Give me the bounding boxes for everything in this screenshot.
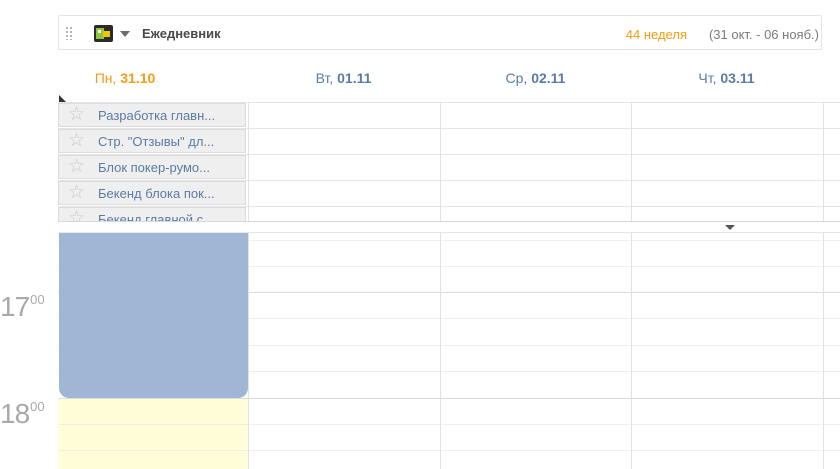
app-title: Ежедневник xyxy=(142,26,221,41)
column-divider xyxy=(823,233,824,469)
column-divider xyxy=(631,102,632,221)
grid-line xyxy=(58,450,840,451)
minute-value: 00 xyxy=(30,292,45,307)
hour-label: 1700 xyxy=(0,291,45,323)
calendar-app-icon[interactable] xyxy=(94,25,113,42)
column-divider xyxy=(631,233,632,469)
task-item[interactable]: ☆ Бекенд главной с... xyxy=(58,207,246,221)
task-item[interactable]: ☆ Бекенд блока пок... xyxy=(58,181,246,205)
collapse-corner-icon[interactable] xyxy=(59,95,66,102)
grid-line xyxy=(58,398,840,399)
column-divider xyxy=(440,102,441,221)
task-item[interactable]: ☆ Блок покер-румо... xyxy=(58,155,246,179)
hour-value: 17 xyxy=(0,291,30,322)
day-name: Чт, xyxy=(698,70,717,86)
calendar-event[interactable] xyxy=(59,233,248,398)
week-number[interactable]: 44 неделя xyxy=(626,27,687,42)
task-label: Бекенд главной с... xyxy=(98,212,214,221)
task-item[interactable]: ☆ Разработка главн... xyxy=(58,103,246,127)
star-icon[interactable]: ☆ xyxy=(68,157,85,177)
column-divider xyxy=(440,233,441,469)
work-hours-background xyxy=(58,398,248,469)
task-label: Бекенд блока пок... xyxy=(98,186,215,201)
day-date: 31.10 xyxy=(120,70,156,86)
day-date: 01.11 xyxy=(337,70,372,86)
day-name: Вт, xyxy=(315,70,334,86)
task-label: Блок покер-румо... xyxy=(98,160,210,175)
hour-value: 18 xyxy=(0,398,30,429)
day-header-mon[interactable]: Пн, 31.10 xyxy=(58,70,192,86)
app-menu-caret-icon[interactable] xyxy=(120,31,130,37)
day-header-tue[interactable]: Вт, 01.11 xyxy=(248,70,439,86)
all-day-splitter[interactable] xyxy=(58,221,840,233)
day-name: Пн, xyxy=(94,70,117,86)
week-date-range: (31 окт. - 06 нояб.) xyxy=(708,27,819,42)
minute-value: 00 xyxy=(30,399,45,414)
column-divider xyxy=(248,102,249,221)
time-grid[interactable] xyxy=(58,233,840,469)
star-icon[interactable]: ☆ xyxy=(68,209,85,222)
drag-handle-icon[interactable] xyxy=(65,26,73,40)
day-header-thu[interactable]: Чт, 03.11 xyxy=(631,70,822,86)
day-name: Ср, xyxy=(505,70,528,86)
day-date: 03.11 xyxy=(720,70,755,86)
all-day-area: ☆ Разработка главн... ☆ Стр. "Отзывы" дл… xyxy=(58,102,840,221)
task-item[interactable]: ☆ Стр. "Отзывы" дл... xyxy=(58,129,246,153)
star-icon[interactable]: ☆ xyxy=(68,131,85,151)
task-list: ☆ Разработка главн... ☆ Стр. "Отзывы" дл… xyxy=(58,102,248,221)
star-icon[interactable]: ☆ xyxy=(68,183,85,203)
day-date: 02.11 xyxy=(531,70,566,86)
hour-label: 1800 xyxy=(0,398,45,430)
task-label: Разработка главн... xyxy=(98,108,216,123)
star-icon[interactable]: ☆ xyxy=(68,105,85,125)
task-label: Стр. "Отзывы" дл... xyxy=(98,134,215,149)
calendar-header: Ежедневник 44 неделя (31 окт. - 06 нояб.… xyxy=(58,15,822,50)
column-divider xyxy=(823,102,824,221)
caret-down-icon[interactable] xyxy=(725,225,735,230)
day-header-wed[interactable]: Ср, 02.11 xyxy=(440,70,631,86)
grid-line xyxy=(58,424,840,425)
column-divider xyxy=(248,233,249,469)
